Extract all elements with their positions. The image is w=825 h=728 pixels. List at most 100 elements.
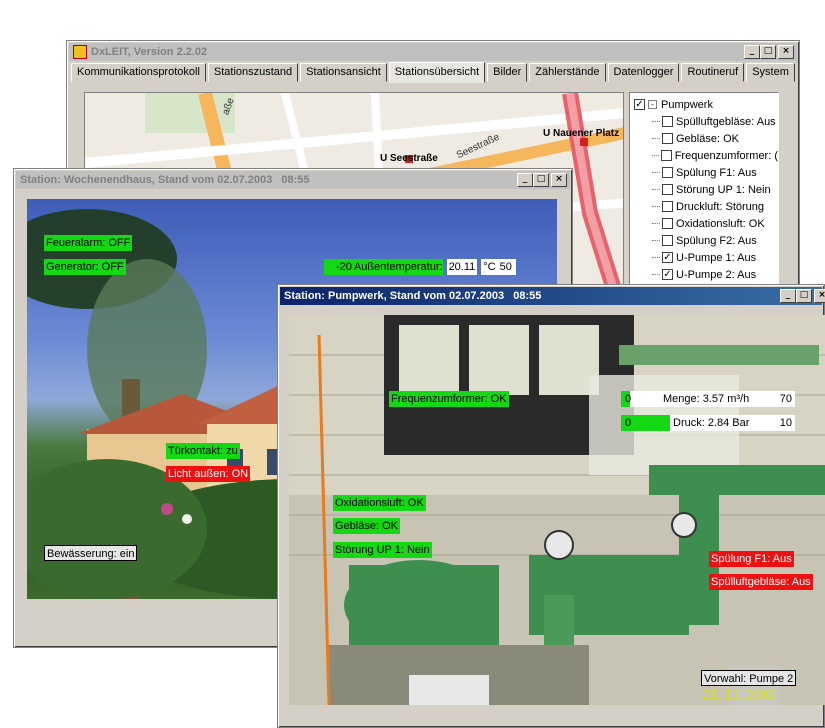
checkbox-icon[interactable]	[662, 116, 673, 127]
tree-item-label: Frequenzumformer: (	[674, 149, 778, 162]
oxidationsluft-label[interactable]: Oxidationsluft: OK	[333, 495, 426, 511]
tree-connector-icon	[652, 257, 660, 258]
tree-connector-icon	[652, 172, 660, 173]
vorwahl-label[interactable]: Vorwahl: Pumpe 2	[701, 670, 797, 686]
tree-item[interactable]: Spülluftgebläse: Aus	[630, 113, 778, 130]
main-title: DxLEIT, Version 2.2.02	[91, 46, 208, 58]
tree-item[interactable]: Gebläse: OK	[630, 130, 778, 147]
tree-item-label: U-Pumpe 1: Aus	[676, 251, 757, 264]
tab-routineruf[interactable]: Routineruf	[681, 63, 745, 82]
checkbox-icon[interactable]	[662, 201, 673, 212]
tree-item-label: Spülung F2: Aus	[676, 234, 757, 247]
tab-stationszustand[interactable]: Stationszustand	[207, 63, 299, 82]
expand-icon[interactable]: -	[648, 100, 657, 109]
checkbox-icon[interactable]	[660, 150, 672, 161]
close-icon[interactable]: ×	[814, 289, 825, 303]
temperature-gauge[interactable]: -20 Außentemperatur: 20.11 °C 50	[324, 259, 516, 275]
tree-item[interactable]: Druckluft: Störung	[630, 198, 778, 215]
checkbox-icon[interactable]	[662, 167, 673, 178]
checkbox-icon[interactable]: ✓	[634, 99, 645, 110]
pumpwerk-titlebar[interactable]: Station: Pumpwerk, Stand vom 02.07.2003 …	[280, 287, 825, 305]
menge-max: 70	[779, 393, 792, 405]
tab-kommunikationsprotokoll[interactable]: Kommunikationsprotokoll	[71, 63, 206, 82]
tab-stationsuebersicht[interactable]: Stationsübersicht	[388, 62, 486, 83]
tree-connector-icon	[652, 138, 660, 139]
app-icon	[73, 45, 87, 59]
tab-datenlogger[interactable]: Datenlogger	[607, 63, 680, 82]
tab-stationsansicht[interactable]: Stationsansicht	[300, 63, 387, 82]
tree-item-label: Druckluft: Störung	[676, 200, 765, 213]
tree-root[interactable]: ✓ - Pumpwerk	[630, 96, 778, 113]
checkbox-icon[interactable]: ✓	[662, 252, 673, 263]
wochenendhaus-titlebar[interactable]: Station: Wochenendhaus, Stand vom 02.07.…	[16, 171, 570, 189]
menge-label: Menge: 3.57 m³/h	[663, 393, 750, 405]
temp-max: 50	[497, 259, 516, 275]
frequenzumformer-label[interactable]: Frequenzumformer: OK	[389, 391, 509, 407]
tree-item[interactable]: Spülung F2: Aus	[630, 232, 778, 249]
tree-item[interactable]: ✓ U-Pumpe 1: Aus	[630, 249, 778, 266]
tree-item[interactable]: Störung UP 1: Nein	[630, 181, 778, 198]
checkbox-icon[interactable]	[662, 235, 673, 246]
maximize-icon[interactable]: □	[533, 173, 549, 187]
spuelluftgeblaese-label[interactable]: Spülluftgebläse: Aus	[709, 574, 813, 590]
tree-items: Spülluftgebläse: Aus Gebläse: OK Frequenzu…	[630, 113, 778, 283]
checkbox-icon[interactable]	[662, 133, 673, 144]
tree-item-label: Störung UP 1: Nein	[676, 183, 771, 196]
temp-unit: °C	[481, 259, 498, 275]
bewaesserung-label[interactable]: Bewässerung: ein	[44, 545, 138, 561]
photo-date-stamp: 21.11.2002	[703, 688, 776, 702]
tab-system[interactable]: System	[746, 63, 795, 82]
tab-bar: Kommunikationsprotokoll Stationszustand …	[71, 62, 795, 83]
minimize-icon[interactable]: _	[517, 173, 533, 187]
tree-item[interactable]: ✓ U-Pumpe 2: Aus	[630, 266, 778, 283]
main-titlebar[interactable]: DxLEIT, Version 2.2.02 _ □ ×	[69, 43, 797, 61]
tree-connector-icon	[652, 274, 660, 275]
map-label-u-seestrasse: U Seestraße	[380, 153, 438, 164]
menge-min: 0	[625, 393, 632, 405]
tree-connector-icon	[652, 206, 660, 207]
pumpwerk-title: Station: Pumpwerk, Stand vom 02.07.2003 …	[284, 290, 542, 302]
tab-zaehlerstaende[interactable]: Zählerstände	[529, 63, 606, 82]
druck-gauge[interactable]: 0 Druck: 2.84 Bar 10	[621, 415, 795, 431]
tree-root-label: Pumpwerk	[661, 98, 713, 111]
pumpwerk-window: Station: Pumpwerk, Stand vom 02.07.2003 …	[277, 284, 825, 728]
station-tree[interactable]: ✓ - Pumpwerk Spülluftgebläse: Aus Gebläse…	[629, 92, 779, 292]
checkbox-icon[interactable]: ✓	[662, 269, 673, 280]
tab-bilder[interactable]: Bilder	[487, 63, 528, 82]
druck-min: 0	[625, 417, 632, 429]
tree-item[interactable]: Frequenzumformer: (	[630, 147, 778, 164]
maximize-icon[interactable]: □	[796, 289, 812, 303]
tree-item-label: Oxidationsluft: OK	[676, 217, 765, 230]
stoerung-up1-label[interactable]: Störung UP 1: Nein	[333, 542, 432, 558]
tree-item-label: U-Pumpe 2: Aus	[676, 268, 757, 281]
temp-value: 20.11	[446, 259, 478, 275]
tuerkontakt-label[interactable]: Türkontakt: zu	[166, 443, 240, 459]
tree-connector-icon	[652, 240, 660, 241]
tree-connector-icon	[652, 223, 660, 224]
maximize-icon[interactable]: □	[760, 45, 776, 59]
druck-max: 10	[779, 417, 792, 429]
close-icon[interactable]: ×	[551, 173, 567, 187]
tree-connector-icon	[652, 189, 660, 190]
minimize-icon[interactable]: _	[780, 289, 796, 303]
menge-gauge[interactable]: 0 Menge: 3.57 m³/h 70	[621, 391, 795, 407]
tree-connector-icon	[652, 155, 659, 156]
druck-label: Druck: 2.84 Bar	[673, 417, 750, 429]
checkbox-icon[interactable]	[662, 218, 673, 229]
generator-label[interactable]: Generator: OFF	[44, 259, 126, 275]
geblaese-label[interactable]: Gebläse: OK	[333, 518, 400, 534]
map-label-u-nauener-platz: U Nauener Platz	[543, 128, 620, 139]
checkbox-icon[interactable]	[662, 184, 673, 195]
spuelung-f1-label[interactable]: Spülung F1: Aus	[709, 551, 794, 567]
tree-item-label: Gebläse: OK	[676, 132, 739, 145]
close-icon[interactable]: ×	[778, 45, 794, 59]
feueralarm-label[interactable]: Feueralarm: OFF	[44, 235, 133, 251]
tree-item-label: Spülluftgebläse: Aus	[676, 115, 776, 128]
minimize-icon[interactable]: _	[744, 45, 760, 59]
tree-item[interactable]: Spülung F1: Aus	[630, 164, 778, 181]
wochenendhaus-title: Station: Wochenendhaus, Stand vom 02.07.…	[20, 174, 310, 186]
licht-label[interactable]: Licht außen: ON	[166, 466, 251, 482]
tree-item[interactable]: Oxidationsluft: OK	[630, 215, 778, 232]
temp-label: Außentemperatur:	[353, 259, 443, 275]
tree-item-label: Spülung F1: Aus	[676, 166, 757, 179]
